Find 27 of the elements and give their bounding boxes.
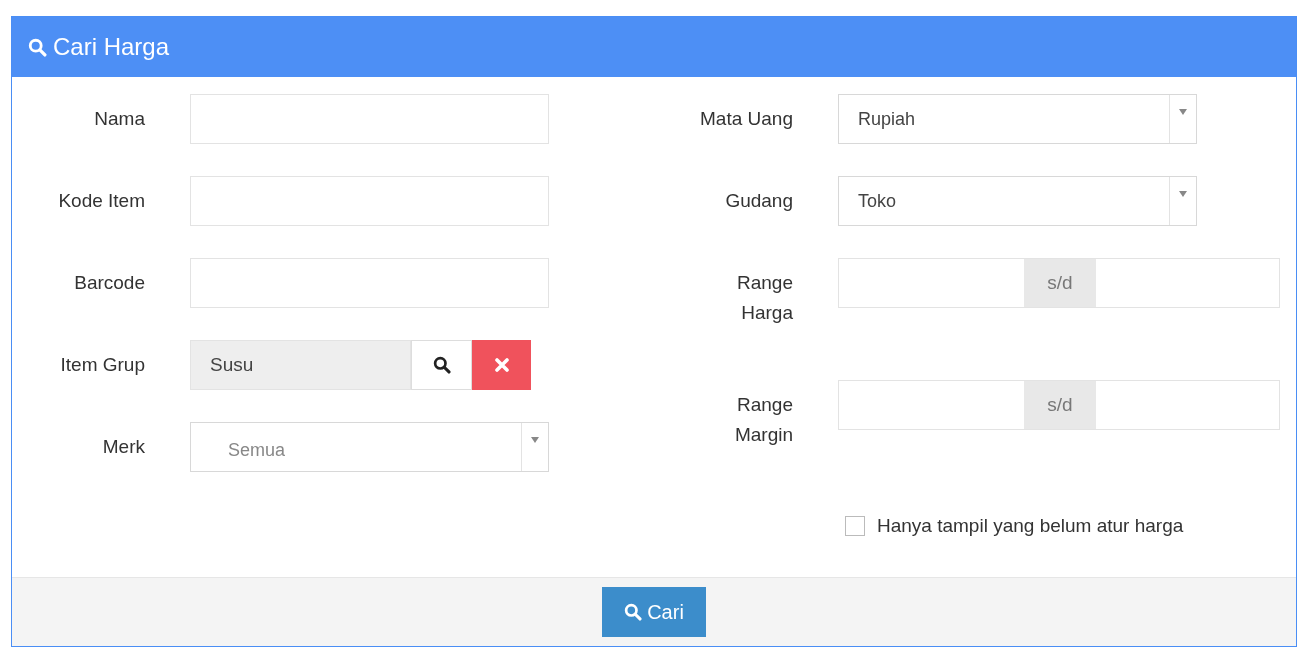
text-input[interactable] xyxy=(190,94,549,144)
search-button[interactable] xyxy=(411,340,472,390)
caret-icon xyxy=(1179,109,1187,115)
text-input[interactable] xyxy=(190,258,549,308)
panel-title: Cari Harga xyxy=(53,33,170,61)
field-label: Nama xyxy=(93,107,145,131)
caret-icon xyxy=(531,437,539,443)
text-input[interactable] xyxy=(190,176,549,226)
search-icon xyxy=(432,356,451,374)
select-field[interactable]: Semua xyxy=(190,422,549,472)
field-label: Merk xyxy=(101,435,145,459)
field-label: Item Grup xyxy=(59,353,145,377)
field-label: Gudang xyxy=(724,189,793,213)
caret-icon xyxy=(1179,191,1187,197)
search-button[interactable]: Cari xyxy=(602,587,706,637)
field-label: Kode Item xyxy=(57,189,145,213)
search-icon xyxy=(624,603,643,621)
field-label: Mata Uang xyxy=(699,107,793,131)
search-icon xyxy=(28,37,47,57)
checkbox[interactable] xyxy=(845,516,865,536)
select-field[interactable]: Toko xyxy=(838,176,1197,226)
field-label: Barcode xyxy=(73,271,145,295)
select-field[interactable]: Rupiah xyxy=(838,94,1197,144)
field-label: Range Harga xyxy=(736,271,793,325)
field-label: Range Margin xyxy=(733,393,793,447)
checkbox-label: Hanya tampil yang belum atur harga xyxy=(877,515,1184,537)
close-icon xyxy=(494,358,509,372)
